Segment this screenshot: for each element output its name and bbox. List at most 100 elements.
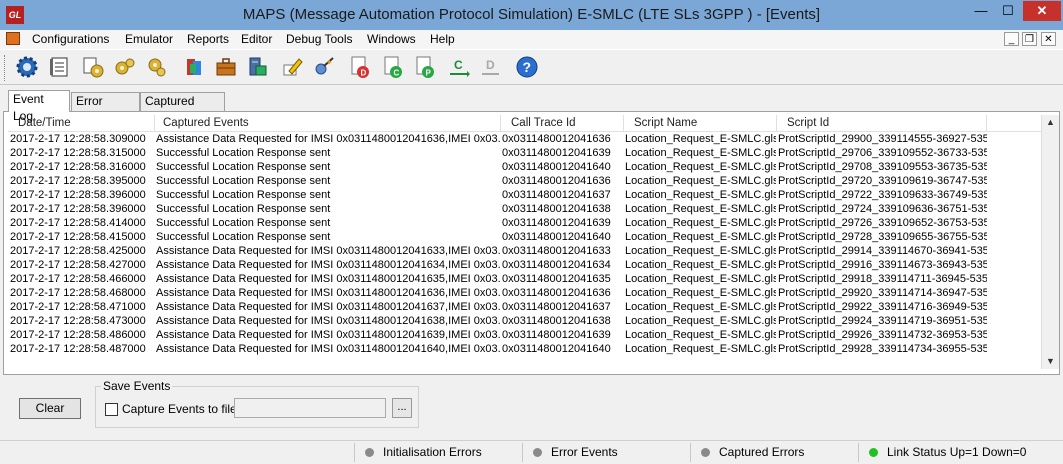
table-row[interactable]: 2017-2-17 12:28:58.473000 Assistance Data… — [8, 314, 1041, 328]
table-row[interactable]: 2017-2-17 12:28:58.396000 Successful Loca… — [8, 202, 1041, 216]
tab-error-events[interactable]: Error Events — [71, 92, 140, 125]
vertical-scrollbar[interactable]: ▲ ▼ — [1041, 115, 1059, 369]
svg-text:D: D — [361, 69, 367, 78]
event-log-panel: Date/Time Captured Events Call Trace Id … — [3, 111, 1060, 375]
capture-events-checkbox[interactable] — [105, 403, 118, 416]
col-call-trace-id[interactable]: Call Trace Id — [501, 115, 624, 131]
notebook-icon[interactable] — [47, 55, 71, 79]
event-table[interactable]: Date/Time Captured Events Call Trace Id … — [8, 115, 1041, 369]
table-row[interactable]: 2017-2-17 12:28:58.395000 Successful Loca… — [8, 174, 1041, 188]
table-cell: 0x0311480012041640 — [502, 161, 611, 173]
wizard-icon[interactable]: ✦ — [312, 55, 336, 79]
table-cell: Successful Location Response sent — [156, 189, 331, 201]
briefcase-icon[interactable] — [214, 55, 238, 79]
table-cell: 0x0311480012041636 — [502, 175, 611, 187]
table-cell: 2017-2-17 12:28:58.466000 — [10, 273, 146, 285]
tab-event-log[interactable]: Event Log — [8, 90, 70, 123]
table-cell: 0x0311480012041637 — [502, 301, 611, 313]
clear-button[interactable]: Clear — [19, 398, 81, 419]
scroll-down-arrow-icon[interactable]: ▼ — [1042, 354, 1059, 369]
table-row[interactable]: 2017-2-17 12:28:58.396000 Successful Loca… — [8, 188, 1041, 202]
menu-reports[interactable]: Reports — [187, 32, 229, 46]
table-cell: Location_Request_E-SMLC.gls — [625, 343, 776, 355]
table-cell: ProtScriptId_29900_339114555-36927-5356 — [778, 133, 987, 145]
close-button[interactable]: ✕ — [1023, 1, 1061, 21]
table-cell: ProtScriptId_29920_339114714-36947-5356 — [778, 287, 987, 299]
table-cell: Location_Request_E-SMLC.gls — [625, 231, 776, 243]
table-cell: 0x0311480012041639 — [502, 147, 611, 159]
maximize-button[interactable]: ☐ — [995, 1, 1021, 21]
menu-configurations[interactable]: Configurations — [32, 32, 109, 46]
status-initialisation-errors[interactable]: Initialisation Errors — [354, 443, 520, 462]
table-cell: Assistance Data Requested for IMSI 0x031… — [156, 287, 500, 299]
table-cell: Assistance Data Requested for IMSI 0x031… — [156, 343, 500, 355]
table-cell: Location_Request_E-SMLC.gls — [625, 259, 776, 271]
toolbar-grip[interactable] — [4, 55, 8, 81]
table-cell: 2017-2-17 12:28:58.487000 — [10, 343, 146, 355]
table-cell: 0x0311480012041635 — [502, 273, 611, 285]
menu-help[interactable]: Help — [430, 32, 455, 46]
mdi-close-button[interactable]: ✕ — [1041, 32, 1056, 46]
capture-file-path-input[interactable] — [234, 398, 386, 418]
c-doc-icon[interactable]: C — [381, 55, 405, 79]
menu-windows[interactable]: Windows — [367, 32, 416, 46]
col-captured-events[interactable]: Captured Events — [155, 115, 501, 131]
save-events-legend: Save Events — [101, 379, 173, 393]
status-link: Link Status Up=1 Down=0 — [858, 443, 1061, 462]
col-script-id[interactable]: Script Id — [777, 115, 987, 131]
d-disabled-icon[interactable]: D — [479, 55, 503, 79]
status-captured-errors-label: Captured Errors — [719, 445, 805, 459]
table-cell: 2017-2-17 12:28:58.315000 — [10, 147, 146, 159]
table-row[interactable]: 2017-2-17 12:28:58.415000 Successful Loca… — [8, 230, 1041, 244]
table-row[interactable]: 2017-2-17 12:28:58.309000 Assistance Data… — [8, 132, 1041, 146]
table-cell: 2017-2-17 12:28:58.414000 — [10, 217, 146, 229]
d-doc-icon[interactable]: D — [348, 55, 372, 79]
link-status-dot-icon — [869, 448, 878, 457]
mdi-minimize-button[interactable]: _ — [1004, 32, 1019, 46]
table-cell: Location_Request_E-SMLC.gls — [625, 175, 776, 187]
minimize-button[interactable]: — — [968, 1, 994, 21]
menu-emulator[interactable]: Emulator — [125, 32, 173, 46]
table-row[interactable]: 2017-2-17 12:28:58.468000 Assistance Data… — [8, 286, 1041, 300]
table-cell: Location_Request_E-SMLC.gls — [625, 273, 776, 285]
edit-pen-icon[interactable] — [280, 55, 304, 79]
table-row[interactable]: 2017-2-17 12:28:58.486000 Assistance Data… — [8, 328, 1041, 342]
table-cell: Successful Location Response sent — [156, 147, 331, 159]
script-gear-icon[interactable] — [81, 55, 105, 79]
gears-alt-icon[interactable] — [145, 55, 169, 79]
gear-icon[interactable] — [15, 55, 39, 79]
table-cell: 2017-2-17 12:28:58.425000 — [10, 245, 146, 257]
table-row[interactable]: 2017-2-17 12:28:58.487000 Assistance Data… — [8, 342, 1041, 356]
table-cell: ProtScriptId_29928_339114734-36955-5356 — [778, 343, 987, 355]
table-row[interactable]: 2017-2-17 12:28:58.471000 Assistance Data… — [8, 300, 1041, 314]
gears-icon[interactable] — [113, 55, 137, 79]
table-row[interactable]: 2017-2-17 12:28:58.466000 Assistance Data… — [8, 272, 1041, 286]
table-cell: 0x0311480012041634 — [502, 259, 611, 271]
document-icon[interactable] — [6, 32, 20, 45]
col-script-name[interactable]: Script Name — [624, 115, 777, 131]
scroll-up-arrow-icon[interactable]: ▲ — [1042, 115, 1059, 130]
table-cell: Assistance Data Requested for IMSI 0x031… — [156, 259, 500, 271]
p-doc-icon[interactable]: P — [413, 55, 437, 79]
profile-book-icon[interactable] — [182, 55, 206, 79]
link-status-label: Link Status Up=1 Down=0 — [887, 445, 1027, 459]
table-row[interactable]: 2017-2-17 12:28:58.414000 Successful Loca… — [8, 216, 1041, 230]
table-row[interactable]: 2017-2-17 12:28:58.425000 Assistance Data… — [8, 244, 1041, 258]
table-row[interactable]: 2017-2-17 12:28:58.316000 Successful Loca… — [8, 160, 1041, 174]
menu-editor[interactable]: Editor — [241, 32, 272, 46]
table-cell: ProtScriptId_29722_339109633-36749-5356 — [778, 189, 987, 201]
table-row[interactable]: 2017-2-17 12:28:58.315000 Successful Loca… — [8, 146, 1041, 160]
browse-button[interactable]: ... — [392, 398, 412, 418]
capture-events-label[interactable]: Capture Events to file — [122, 402, 237, 416]
table-row[interactable]: 2017-2-17 12:28:58.427000 Assistance Data… — [8, 258, 1041, 272]
menu-debug-tools[interactable]: Debug Tools — [286, 32, 353, 46]
status-error-events[interactable]: Error Events — [522, 443, 688, 462]
c-arrows-icon[interactable]: C — [447, 55, 471, 79]
mdi-restore-button[interactable]: ❐ — [1022, 32, 1037, 46]
server-icon[interactable] — [245, 55, 269, 79]
help-icon[interactable]: ? — [515, 55, 539, 79]
table-cell: ProtScriptId_29724_339109636-36751-5356 — [778, 203, 987, 215]
tab-captured-errors[interactable]: Captured Errors — [140, 92, 225, 125]
table-cell: 0x0311480012041633 — [502, 245, 611, 257]
status-captured-errors[interactable]: Captured Errors — [690, 443, 856, 462]
